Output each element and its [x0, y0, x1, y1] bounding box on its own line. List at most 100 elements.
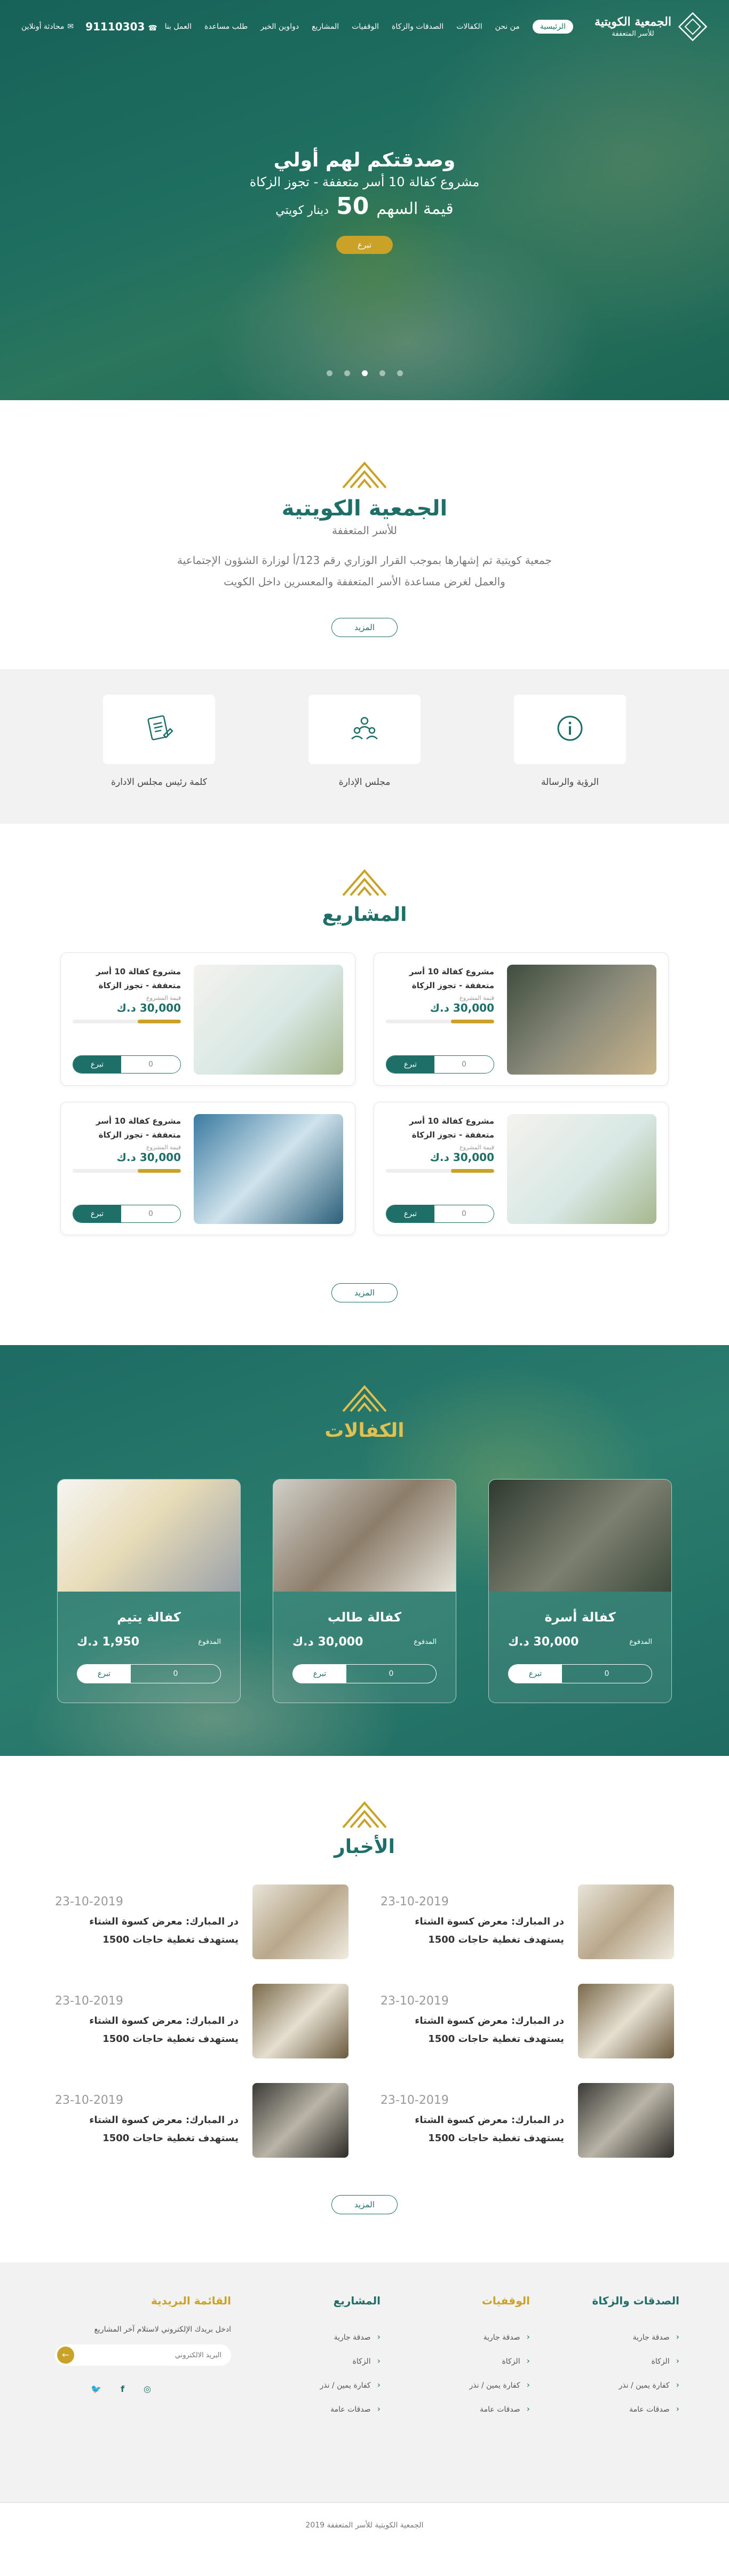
footer-link[interactable]: صدقات عامة [247, 2397, 381, 2421]
footer-link[interactable]: كفارة يمين / نذر [247, 2373, 381, 2397]
footer-newsletter: القائمة البريدية ادخل بريدك الإلكتروني ل… [50, 2294, 231, 2421]
donation-amount-input[interactable]: 0 [434, 1056, 494, 1073]
news-image [578, 1984, 674, 2058]
donate-button[interactable]: تبرع [386, 1205, 434, 1222]
footer-link[interactable]: كفارة يمين / نذر [546, 2373, 679, 2397]
footer-link[interactable]: صدقات عامة [546, 2397, 679, 2421]
nav-charity-zakat[interactable]: الصدقات والزكاة [392, 22, 443, 31]
hero-caption: وصدقتكم لهم أولي مشروع كفالة 10 أسر متعف… [0, 149, 729, 254]
about-more-button[interactable]: المزيد [331, 618, 398, 637]
sponsorships-title: الكفالات [324, 1420, 405, 1442]
nav-sponsorships[interactable]: الكفالات [456, 22, 482, 31]
footer-link[interactable]: صدقة جارية [247, 2325, 381, 2349]
footer-link[interactable]: الزكاة [247, 2349, 381, 2373]
sponsorship-card[interactable]: كفالة أسرة المدفوع 30,000 د.ك 0 تبرع [488, 1479, 672, 1703]
footer-col-endowments: الوقفيات صدقة جارية الزكاة كفارة يمين / … [397, 2294, 530, 2421]
chat-icon: ✉ [67, 22, 74, 31]
donate-button[interactable]: تبرع [509, 1665, 562, 1683]
donate-button[interactable]: تبرع [386, 1056, 434, 1073]
donate-control: 0 تبرع [77, 1664, 221, 1683]
footer-link[interactable]: صدقة جارية [546, 2325, 679, 2349]
footer-link[interactable]: صدقات عامة [397, 2397, 530, 2421]
footer-col-charity: الصدقات والزكاة صدقة جارية الزكاة كفارة … [546, 2294, 679, 2421]
news-image [252, 1984, 348, 2058]
feature-board[interactable]: مجلس الإدارة [308, 695, 421, 788]
logo-subtitle: للأسر المتعففة [612, 29, 654, 38]
news-image [252, 2083, 348, 2158]
instagram-icon[interactable]: ◎ [144, 2384, 151, 2394]
donate-control: 0 تبرع [386, 1205, 494, 1223]
donate-control: 0 تبرع [386, 1055, 494, 1074]
donation-amount-input[interactable]: 0 [121, 1056, 180, 1073]
project-card[interactable]: مشروع كفالة 10 أسر متعففة - تجوز الزكاة … [374, 952, 669, 1086]
project-progress-bar [73, 1169, 181, 1173]
hero-share-price: قيمة السهم 50 دينار كويتي [275, 193, 454, 220]
project-card[interactable]: مشروع كفالة 10 أسر متعففة - تجوز الزكاة … [374, 1102, 669, 1235]
news-title: الأخبار [334, 1836, 395, 1858]
nav-projects[interactable]: المشاريع [312, 22, 339, 31]
online-chat-link[interactable]: ✉محادثة أونلاين [21, 22, 74, 31]
feature-chairman-word[interactable]: كلمة رئيس مجلس الادارة [103, 695, 215, 788]
projects-more-button[interactable]: المزيد [331, 1283, 398, 1302]
news-image [578, 1885, 674, 1959]
sponsorship-image [489, 1480, 671, 1592]
donation-amount-input[interactable]: 0 [562, 1665, 652, 1683]
newsletter-email-input[interactable] [74, 2344, 231, 2366]
sponsorship-image [58, 1480, 240, 1592]
site-logo[interactable]: الجمعية الكويتية للأسر المتعففة [595, 12, 708, 42]
footer-link[interactable]: الزكاة [397, 2349, 530, 2373]
footer-link[interactable]: الزكاة [546, 2349, 679, 2373]
nav-home[interactable]: الرئيسية [532, 20, 574, 34]
top-bar: الجمعية الكويتية للأسر المتعففة الرئيسية… [0, 0, 729, 53]
news-more-button[interactable]: المزيد [331, 2195, 398, 2214]
donation-amount-input[interactable]: 0 [131, 1665, 220, 1683]
nav-endowments[interactable]: الوقفيات [352, 22, 379, 31]
donation-amount-input[interactable]: 0 [121, 1205, 180, 1222]
arrow-left-icon[interactable]: ← [57, 2347, 74, 2364]
slider-dot[interactable] [379, 370, 385, 376]
nav-about[interactable]: من نحن [495, 22, 520, 31]
footer-link[interactable]: كفارة يمين / نذر [397, 2373, 530, 2397]
crown-emblem-icon [340, 1382, 389, 1414]
project-progress-bar [386, 1020, 494, 1023]
nav-careers[interactable]: العمل بنا [165, 22, 192, 31]
crown-emblem-icon [340, 866, 389, 899]
news-item[interactable]: 23-10-2019 در المبارك: معرض كسوة الشتاء يس… [55, 1984, 348, 2058]
slider-dot[interactable] [326, 370, 332, 376]
nav-request-help[interactable]: طلب مساعدة [204, 22, 248, 31]
hero-donate-button[interactable]: تبرع [336, 236, 393, 254]
nav-diwans[interactable]: دواوين الخير [260, 22, 299, 31]
news-item[interactable]: 23-10-2019 در المبارك: معرض كسوة الشتاء يس… [381, 1984, 674, 2058]
donation-amount-input[interactable]: 0 [434, 1205, 494, 1222]
twitter-icon[interactable]: 🐦 [91, 2384, 101, 2394]
donation-amount-input[interactable]: 0 [346, 1665, 436, 1683]
donate-button[interactable]: تبرع [293, 1665, 346, 1683]
donate-button[interactable]: تبرع [73, 1205, 121, 1222]
sponsorship-card[interactable]: كفالة طالب المدفوع 30,000 د.ك 0 تبرع [273, 1479, 456, 1703]
hero-slider: الجمعية الكويتية للأسر المتعففة الرئيسية… [0, 0, 729, 400]
project-image [194, 965, 343, 1075]
facebook-icon[interactable]: f [121, 2384, 124, 2394]
projects-section: المشاريع مشروع كفالة 10 أسر متعففة - تجو… [0, 824, 729, 1345]
team-icon [350, 713, 379, 745]
news-item[interactable]: 23-10-2019 در المبارك: معرض كسوة الشتاء يس… [381, 1885, 674, 1959]
news-item[interactable]: 23-10-2019 در المبارك: معرض كسوة الشتاء يس… [55, 1885, 348, 1959]
about-section: الجمعية الكويتية للأسر المتعففة جمعية كو… [0, 400, 729, 669]
projects-title: المشاريع [322, 904, 407, 926]
project-card[interactable]: مشروع كفالة 10 أسر متعففة - تجوز الزكاة … [60, 1102, 355, 1235]
slider-dot-active[interactable] [361, 370, 368, 376]
phone-link[interactable]: ☎91110303 [85, 20, 157, 33]
donate-control: 0 تبرع [508, 1664, 652, 1683]
slider-dot[interactable] [344, 370, 350, 376]
feature-vision[interactable]: الرؤية والرسالة [514, 695, 626, 788]
project-progress-bar [386, 1169, 494, 1173]
donate-button[interactable]: تبرع [77, 1665, 131, 1683]
news-item[interactable]: 23-10-2019 در المبارك: معرض كسوة الشتاء يس… [55, 2083, 348, 2158]
footer-link[interactable]: صدقة جارية [397, 2325, 530, 2349]
slider-dot[interactable] [397, 370, 403, 376]
donate-button[interactable]: تبرع [73, 1056, 121, 1073]
project-card[interactable]: مشروع كفالة 10 أسر متعففة - تجوز الزكاة … [60, 952, 355, 1086]
news-item[interactable]: 23-10-2019 در المبارك: معرض كسوة الشتاء يس… [381, 2083, 674, 2158]
sponsorship-card[interactable]: كفالة يتيم المدفوع 1,950 د.ك 0 تبرع [57, 1479, 241, 1703]
features-section: الرؤية والرسالة مجلس الإدارة كلمة رئيس م… [0, 669, 729, 824]
